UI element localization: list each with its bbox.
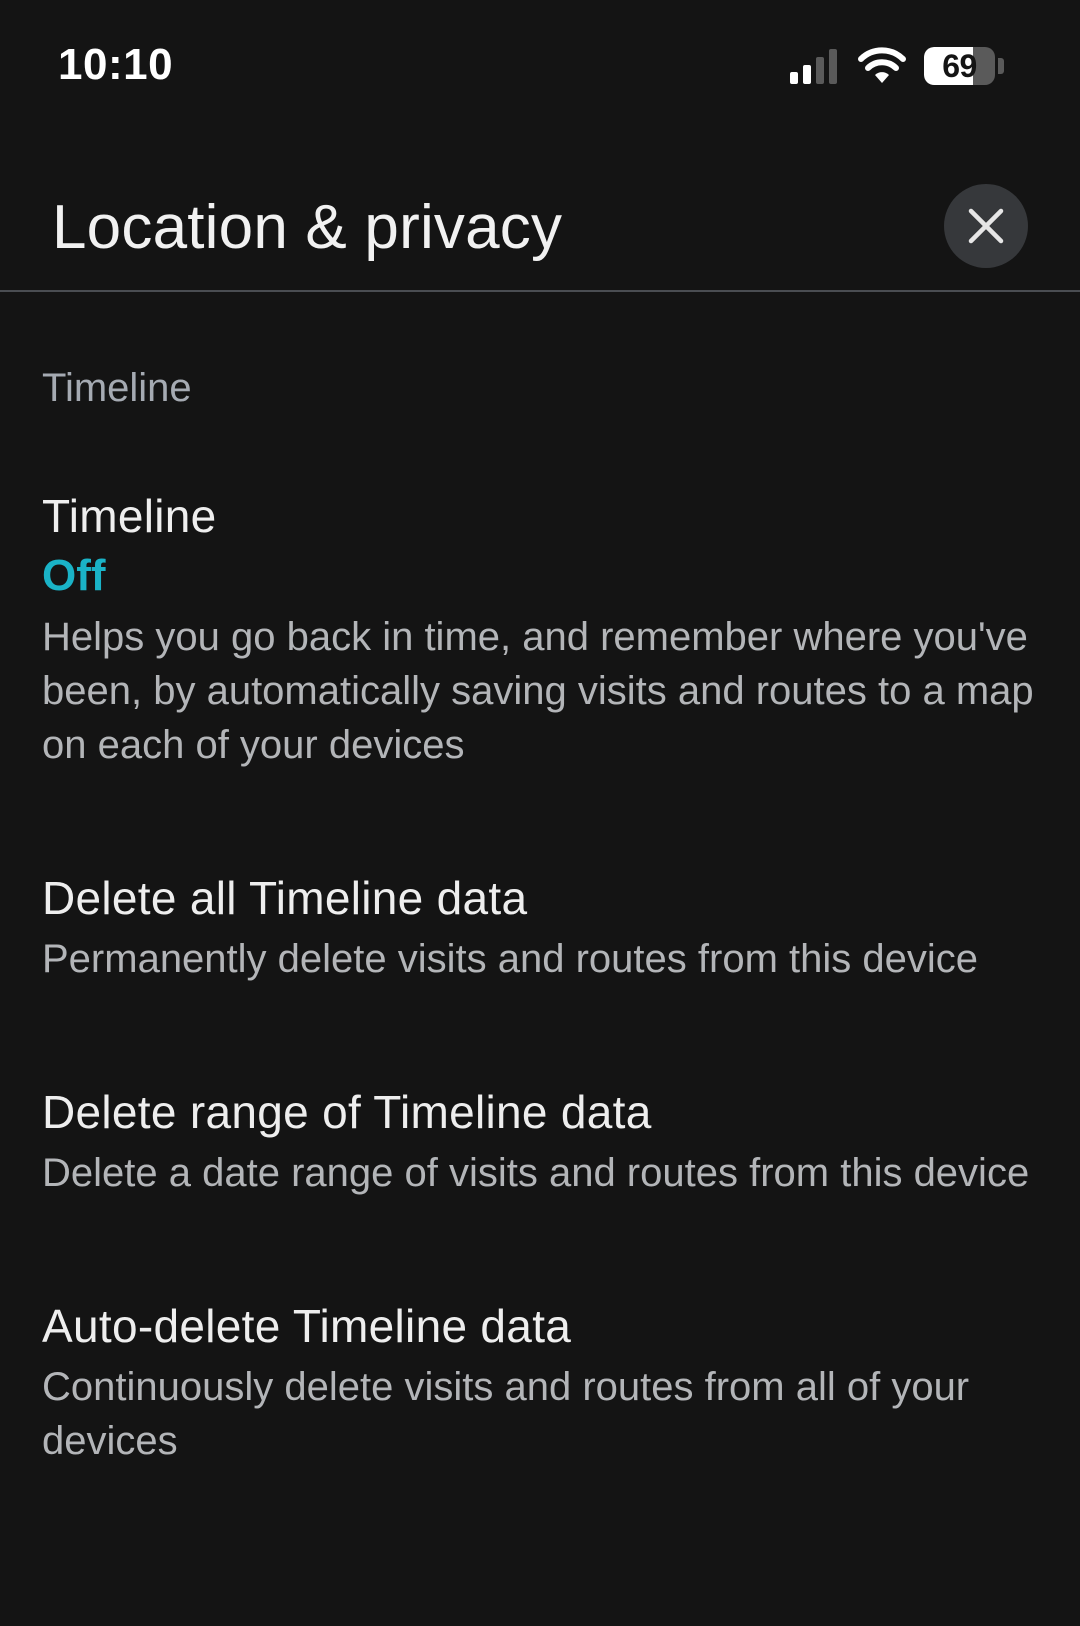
setting-auto-delete-timeline-data[interactable]: Auto-delete Timeline data Continuously d… (42, 1296, 1042, 1468)
battery-percent: 69 (942, 47, 977, 84)
setting-description: Continuously delete visits and routes fr… (42, 1365, 970, 1463)
setting-title: Delete all Timeline data (42, 872, 528, 924)
cellular-signal-icon (790, 49, 837, 84)
setting-timeline[interactable]: Timeline Off Helps you go back in time, … (42, 486, 1042, 772)
wifi-icon (858, 47, 906, 83)
header: Location & privacy (0, 170, 1080, 292)
setting-title: Timeline (42, 490, 217, 542)
setting-description: Delete a date range of visits and routes… (42, 1151, 1030, 1195)
setting-delete-all-timeline-data[interactable]: Delete all Timeline data Permanently del… (42, 868, 1042, 986)
setting-title: Delete range of Timeline data (42, 1086, 652, 1138)
location-privacy-screen: 10:10 69 Location & privacy Timeline Tim… (0, 0, 1080, 1626)
status-time: 10:10 (58, 40, 174, 89)
settings-list: Timeline Timeline Off Helps you go back … (42, 360, 1042, 1468)
setting-status: Off (42, 551, 106, 600)
status-bar: 10:10 69 (0, 0, 1080, 140)
status-icons: 69 (790, 44, 1004, 88)
battery-icon: 69 (924, 46, 1004, 86)
setting-title: Auto-delete Timeline data (42, 1300, 572, 1352)
page-title: Location & privacy (52, 193, 563, 262)
setting-description: Permanently delete visits and routes fro… (42, 937, 978, 981)
close-icon (968, 208, 1004, 244)
setting-description: Helps you go back in time, and remember … (42, 615, 1034, 767)
battery-body: 69 (924, 47, 996, 85)
battery-cap (998, 58, 1004, 74)
section-header-timeline: Timeline (42, 366, 192, 410)
setting-delete-range-timeline-data[interactable]: Delete range of Timeline data Delete a d… (42, 1082, 1042, 1200)
close-button[interactable] (944, 184, 1028, 268)
